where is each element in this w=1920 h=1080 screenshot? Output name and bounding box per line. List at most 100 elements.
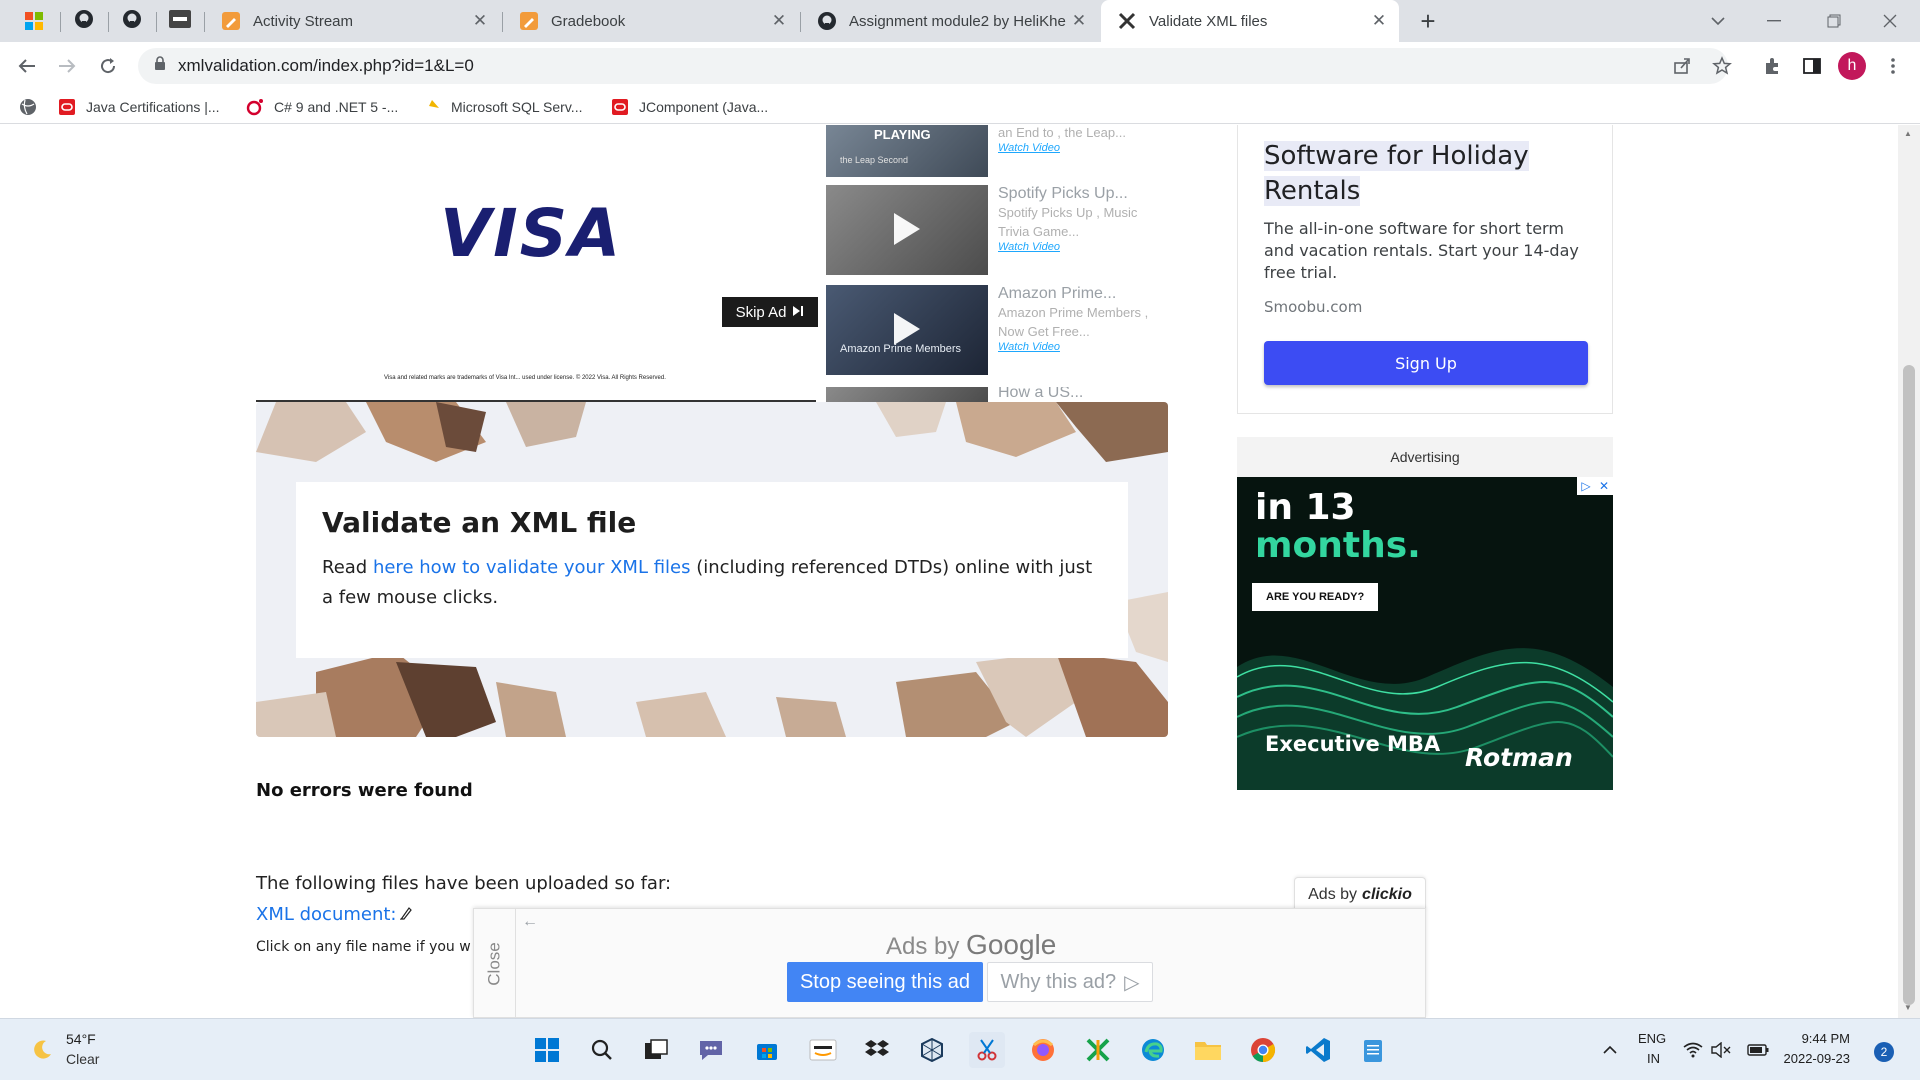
- ad-close-icon[interactable]: ✕: [1595, 477, 1613, 495]
- playlist-item[interactable]: Spotify Picks Up... Spotify Picks Up , M…: [826, 185, 1156, 277]
- back-icon[interactable]: [11, 50, 43, 82]
- teams-chat-icon[interactable]: [693, 1032, 729, 1068]
- microsoft-store-icon[interactable]: [749, 1032, 785, 1068]
- tab-assignment-module2[interactable]: Assignment module2 by HeliKhe ✕: [801, 0, 1099, 42]
- close-icon[interactable]: ✕: [1067, 11, 1091, 31]
- notepad-icon[interactable]: [1355, 1032, 1391, 1068]
- windows-logo-icon[interactable]: [10, 0, 58, 42]
- ad-headline-1: in 13: [1255, 487, 1356, 528]
- validate-howto-link[interactable]: here how to validate your XML files: [373, 557, 691, 578]
- close-icon[interactable]: ✕: [767, 11, 791, 31]
- bookmark-jcomponent[interactable]: JComponent (Java...: [611, 96, 768, 118]
- video-title: Amazon Prime...: [998, 285, 1117, 302]
- skip-ad-button[interactable]: Skip Ad: [722, 297, 818, 327]
- extensions-icon[interactable]: [1756, 50, 1788, 82]
- sign-up-button[interactable]: Sign Up: [1264, 341, 1588, 385]
- adchoices-icon[interactable]: ▷: [1577, 477, 1595, 495]
- search-icon[interactable]: [584, 1032, 620, 1068]
- github-icon: [74, 9, 94, 34]
- video-ad-player[interactable]: VISA Skip Ad Visa and related marks are …: [256, 125, 818, 402]
- chevron-up-icon[interactable]: [1592, 1032, 1628, 1068]
- reload-icon[interactable]: [92, 50, 124, 82]
- moon-weather-icon[interactable]: [24, 1032, 60, 1068]
- globe-icon[interactable]: [19, 96, 37, 118]
- close-icon[interactable]: ✕: [468, 11, 492, 31]
- clock-time[interactable]: 9:44 PM: [1778, 1031, 1850, 1046]
- amazon-icon[interactable]: [805, 1032, 841, 1068]
- ads-by-clickio[interactable]: Ads by clickio: [1294, 877, 1426, 911]
- forward-icon[interactable]: [51, 50, 83, 82]
- bookmark-csharp-dotnet[interactable]: C# 9 and .NET 5 -...: [246, 96, 398, 118]
- wifi-icon[interactable]: [1680, 1032, 1706, 1068]
- page-scrollbar[interactable]: ▲ ▼: [1898, 125, 1920, 1018]
- stop-seeing-ad-button[interactable]: Stop seeing this ad: [787, 962, 983, 1002]
- video-thumbnail: PLAYING the Leap Second: [826, 125, 988, 177]
- firefox-icon[interactable]: [1025, 1032, 1061, 1068]
- tab-activity-stream[interactable]: Activity Stream ✕: [205, 0, 500, 42]
- profile-avatar[interactable]: h: [1836, 50, 1868, 82]
- hero-banner: Validate an XML file Read here how to va…: [256, 402, 1168, 737]
- tab-search-chevron-icon[interactable]: [1694, 0, 1742, 42]
- scroll-down-icon[interactable]: ▼: [1904, 1003, 1912, 1012]
- new-tab-button[interactable]: +: [1404, 0, 1452, 42]
- pinned-tab-github-2[interactable]: [108, 0, 156, 42]
- minimize-icon[interactable]: [1750, 0, 1798, 42]
- start-button-icon[interactable]: [529, 1032, 565, 1068]
- tab-title: Gradebook: [551, 12, 626, 30]
- why-this-ad-button[interactable]: Why this ad? ▷: [987, 962, 1153, 1002]
- vscode-icon[interactable]: [1300, 1032, 1336, 1068]
- watch-video-link[interactable]: Watch Video: [998, 241, 1158, 253]
- pinned-tab-vm[interactable]: [156, 0, 204, 42]
- share-icon[interactable]: [1666, 50, 1698, 82]
- google-logo: Google: [966, 929, 1057, 960]
- bookmark-java-certifications[interactable]: Java Certifications |...: [58, 96, 220, 118]
- menu-kebab-icon[interactable]: [1877, 50, 1909, 82]
- thumb-caption: the Leap Second: [840, 155, 909, 165]
- playlist-item[interactable]: Amazon Prime Members Amazon Prime... Ama…: [826, 285, 1156, 377]
- volume-muted-icon[interactable]: [1708, 1032, 1734, 1068]
- restore-icon[interactable]: [1810, 0, 1858, 42]
- close-icon[interactable]: ✕: [1367, 11, 1391, 31]
- watch-video-link[interactable]: Watch Video: [998, 142, 1158, 154]
- video-thumbnail: [826, 387, 988, 403]
- tab-validate-xml[interactable]: Validate XML files ✕: [1101, 0, 1399, 42]
- chrome-icon[interactable]: [1245, 1032, 1281, 1068]
- window-close-icon[interactable]: [1866, 0, 1914, 42]
- rotman-ad[interactable]: in 13 months. ARE YOU READY? Executive M…: [1237, 477, 1613, 790]
- bookmark-label: Java Certifications |...: [86, 99, 220, 115]
- back-arrow-icon[interactable]: ←: [522, 913, 538, 931]
- playlist-item[interactable]: PLAYING the Leap Second an End to , the …: [826, 125, 1156, 181]
- watch-video-link[interactable]: Watch Video: [998, 341, 1158, 353]
- google-ad-overlay: Close ← Ads by Google Stop seeing this a…: [473, 908, 1426, 1018]
- dropbox-icon[interactable]: [859, 1032, 895, 1068]
- bookmark-star-icon[interactable]: [1706, 50, 1738, 82]
- scroll-up-icon[interactable]: ▲: [1904, 129, 1912, 138]
- bookmark-microsoft-sql[interactable]: Microsoft SQL Serv...: [423, 96, 582, 118]
- ad-close-button[interactable]: Close: [474, 909, 516, 1018]
- scrollbar-thumb[interactable]: [1903, 365, 1915, 1005]
- snipping-tool-icon[interactable]: [969, 1032, 1005, 1068]
- visa-fine-print: Visa and related marks are trademarks of…: [384, 375, 666, 381]
- browser-toolbar: xmlvalidation.com/index.php?id=1&L=0 h: [0, 42, 1920, 90]
- playlist-item[interactable]: How a US...: [826, 387, 1156, 403]
- virtualbox-icon[interactable]: [914, 1032, 950, 1068]
- photo-editor-icon[interactable]: [1080, 1032, 1116, 1068]
- are-you-ready-button[interactable]: ARE YOU READY?: [1252, 583, 1379, 611]
- uploaded-files-heading: The following files have been uploaded s…: [256, 873, 672, 894]
- language-indicator[interactable]: ENG: [1638, 1031, 1666, 1046]
- smoobu-ad[interactable]: Software for Holiday Rentals The all-in-…: [1237, 125, 1613, 414]
- xml-document-link[interactable]: XML document:: [256, 904, 412, 925]
- adchoices[interactable]: ▷ ✕: [1577, 477, 1613, 495]
- side-panel-icon[interactable]: [1796, 50, 1828, 82]
- task-view-icon[interactable]: [638, 1032, 674, 1068]
- tab-gradebook[interactable]: Gradebook ✕: [503, 0, 799, 42]
- notification-badge[interactable]: 2: [1874, 1042, 1894, 1062]
- edge-icon[interactable]: [1135, 1032, 1171, 1068]
- tab-title: Validate XML files: [1149, 12, 1268, 30]
- clickio-brand: clickio: [1362, 885, 1412, 903]
- file-explorer-icon[interactable]: [1190, 1032, 1226, 1068]
- pinned-tab-github[interactable]: [60, 0, 108, 42]
- address-bar[interactable]: xmlvalidation.com/index.php?id=1&L=0: [138, 48, 1728, 84]
- battery-icon[interactable]: [1745, 1032, 1771, 1068]
- oreilly-icon: [246, 98, 264, 116]
